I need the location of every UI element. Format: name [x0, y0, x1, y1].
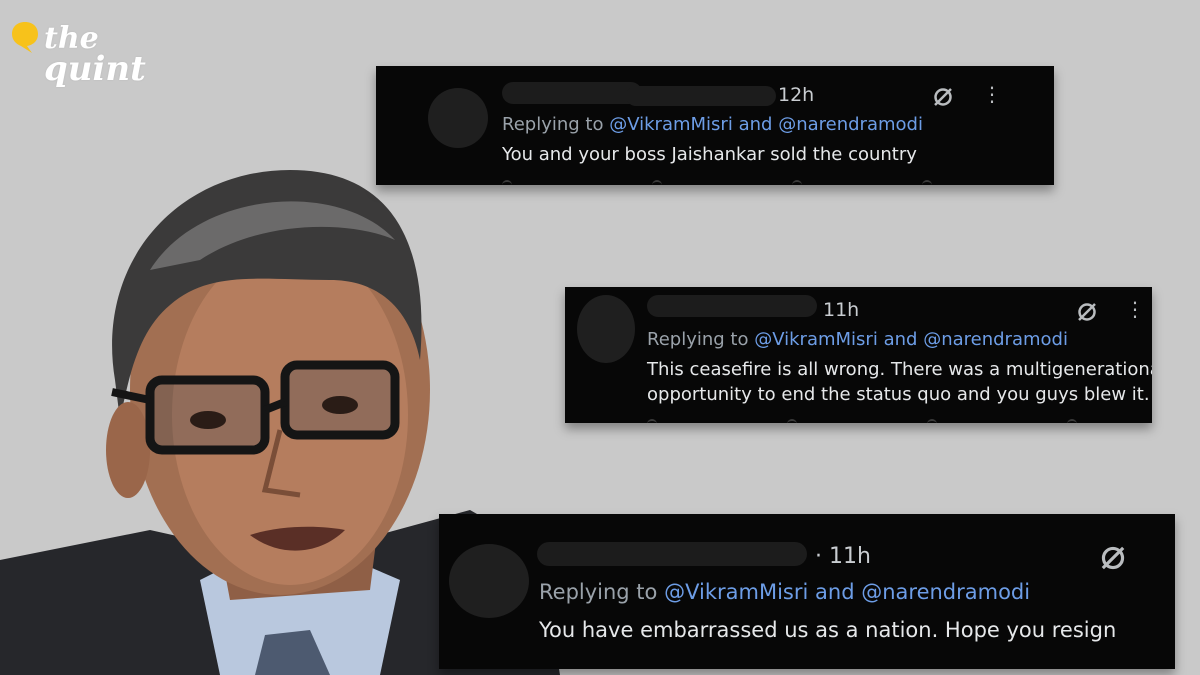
- mute-icon[interactable]: [1076, 301, 1098, 323]
- share-icon[interactable]: [1067, 419, 1077, 423]
- replying-to-line: Replying to @VikramMisri and @narendramo…: [502, 114, 923, 135]
- tweet-timestamp: 11h: [823, 299, 860, 321]
- tweet-text: You and your boss Jaishankar sold the co…: [502, 144, 917, 165]
- speech-bubble-icon: [12, 22, 38, 53]
- retweet-icon[interactable]: [652, 180, 662, 185]
- redacted-username: [537, 542, 807, 566]
- redacted-avatar: [577, 295, 635, 363]
- reply-icon[interactable]: [502, 180, 512, 185]
- reply-tweet-card[interactable]: 12h ⋮ Replying to @VikramMisri and @nare…: [376, 66, 1054, 185]
- logo-text-quint: quint: [44, 49, 146, 89]
- tweet-text: You have embarrassed us as a nation. Hop…: [539, 618, 1117, 642]
- replying-to-label: Replying to: [502, 114, 604, 135]
- action-bar: [647, 419, 1127, 423]
- reply-icon[interactable]: [647, 419, 657, 423]
- mention-link[interactable]: @VikramMisri: [664, 580, 808, 604]
- mute-icon[interactable]: [932, 86, 954, 108]
- replying-to-line: Replying to @VikramMisri and @narendramo…: [647, 329, 1068, 350]
- tweet-text-line-2: opportunity to end the status quo and yo…: [647, 384, 1150, 405]
- more-options-icon[interactable]: ⋮: [1125, 297, 1145, 321]
- like-icon[interactable]: [927, 419, 937, 423]
- and-label: and: [883, 329, 918, 350]
- mention-link[interactable]: @VikramMisri: [754, 329, 878, 350]
- mute-icon[interactable]: [1099, 544, 1127, 572]
- redacted-handle: [626, 86, 776, 106]
- tweet-text-line-1: This ceasefire is all wrong. There was a…: [647, 359, 1152, 380]
- reply-tweet-card[interactable]: 11h ⋮ Replying to @VikramMisri and @nare…: [565, 287, 1152, 423]
- reply-tweet-card[interactable]: · 11h Replying to @VikramMisri and @nare…: [439, 514, 1175, 669]
- tweet-timestamp: · 11h: [815, 544, 871, 569]
- the-quint-logo: the quint: [10, 18, 146, 98]
- like-icon[interactable]: [792, 180, 802, 185]
- mention-link[interactable]: @narendramodi: [923, 329, 1068, 350]
- tweet-timestamp: 12h: [778, 84, 815, 106]
- redacted-avatar: [428, 88, 488, 148]
- retweet-icon[interactable]: [787, 419, 797, 423]
- mention-link[interactable]: @narendramodi: [778, 114, 923, 135]
- more-options-icon[interactable]: ⋮: [982, 82, 1002, 106]
- redacted-username: [647, 295, 817, 317]
- action-bar: [502, 180, 982, 185]
- replying-to-label: Replying to: [647, 329, 749, 350]
- redacted-avatar: [449, 544, 529, 618]
- mention-link[interactable]: @VikramMisri: [609, 114, 733, 135]
- replying-to-line: Replying to @VikramMisri and @narendramo…: [539, 580, 1030, 604]
- redacted-username: [502, 82, 642, 104]
- mention-link[interactable]: @narendramodi: [861, 580, 1030, 604]
- share-icon[interactable]: [922, 180, 932, 185]
- and-label: and: [815, 580, 855, 604]
- replying-to-label: Replying to: [539, 580, 658, 604]
- and-label: and: [738, 114, 773, 135]
